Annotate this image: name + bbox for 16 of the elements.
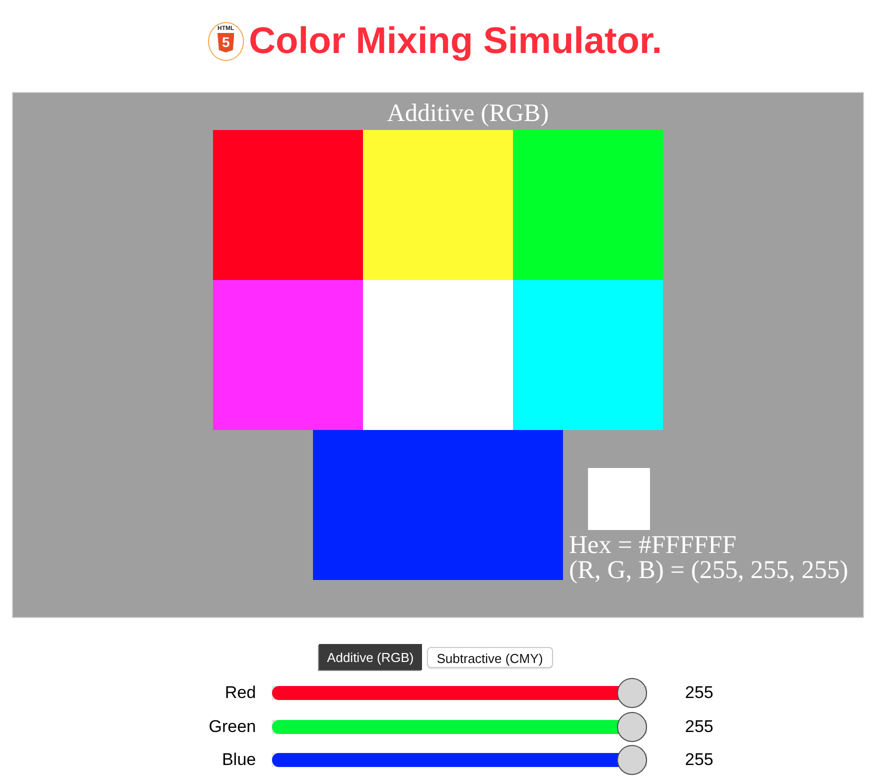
rgb-value: (R, G, B) = (255, 255, 255) [569,557,848,582]
channel-label: Red [224,683,256,703]
mode-tab[interactable]: Subtractive (CMY) [426,646,553,668]
channel-value: 255 [685,683,714,703]
channel-value: 255 [685,750,714,770]
slider-thumb[interactable] [617,745,647,775]
canvas-caption: Additive (RGB) [387,100,549,128]
channel-label: Green [208,716,256,736]
slider-thumb[interactable] [617,712,647,742]
channel-label: Blue [220,750,256,770]
hex-value: Hex = #FFFFFF [569,532,736,557]
slider-thumb[interactable] [617,678,647,708]
mode-tab[interactable]: Additive (RGB) [319,644,422,670]
shield-badge: 5 [217,32,234,52]
page-title: Color Mixing Simulator. [248,19,662,63]
channel-value: 255 [685,716,714,736]
